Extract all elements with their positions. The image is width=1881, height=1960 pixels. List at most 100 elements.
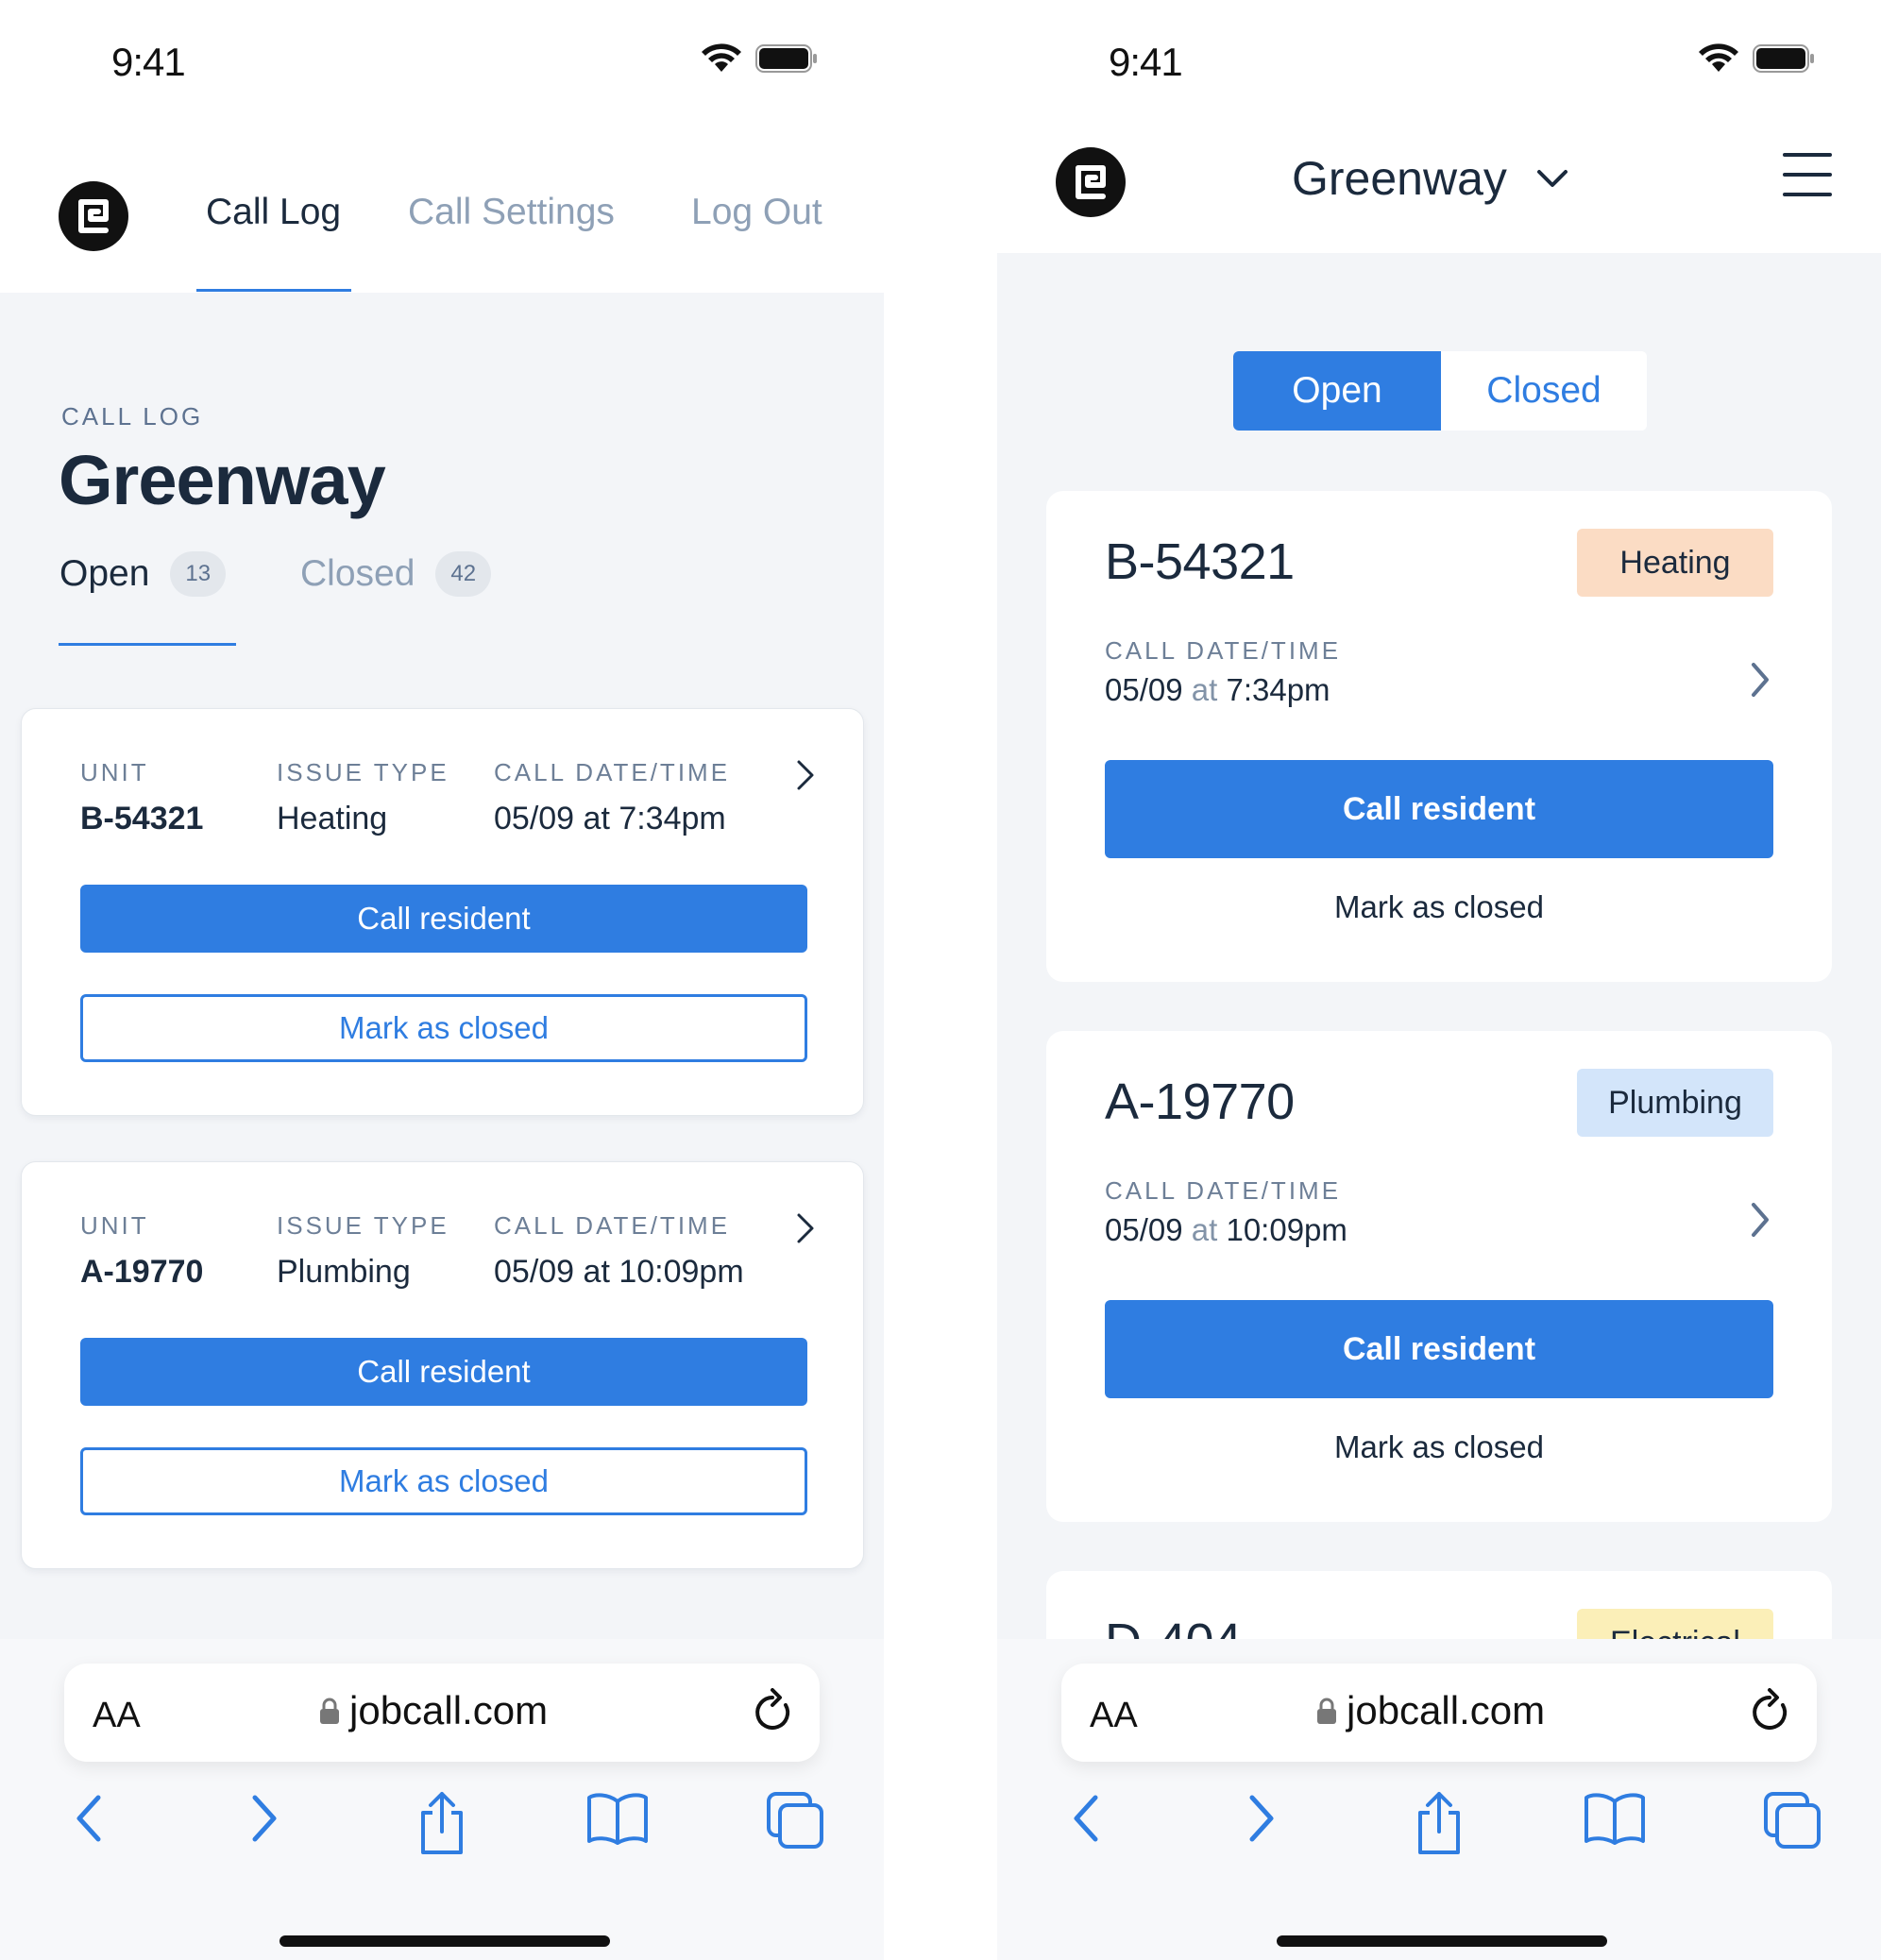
url-text: jobcall.com	[349, 1688, 549, 1732]
unit-field: UNIT A-19770	[80, 1211, 203, 1291]
status-segmented-control: Open Closed	[1233, 351, 1647, 431]
call-resident-button[interactable]: Call resident	[1105, 760, 1773, 858]
chevron-right-icon[interactable]	[1749, 1201, 1771, 1239]
nav-call-log[interactable]: Call Log	[206, 192, 341, 233]
reader-settings-button[interactable]: AA	[93, 1696, 141, 1736]
segment-open[interactable]: Open	[1233, 351, 1441, 431]
status-icons	[1698, 43, 1815, 74]
unit-value: A-19770	[80, 1254, 204, 1290]
reader-settings-button[interactable]: AA	[1090, 1696, 1138, 1736]
issue-type-field: ISSUE TYPE Plumbing	[277, 1211, 449, 1291]
chevron-down-icon	[1536, 170, 1568, 187]
battery-icon	[755, 44, 817, 73]
nav-call-settings[interactable]: Call Settings	[408, 192, 615, 233]
issue-type-label: ISSUE TYPE	[277, 1211, 449, 1240]
tab-open-label: Open	[59, 553, 150, 594]
address-bar[interactable]: AA jobcall.com	[1061, 1664, 1817, 1762]
call-resident-button[interactable]: Call resident	[80, 885, 807, 953]
browser-bottom-bar: AA jobcall.com	[0, 1639, 884, 1960]
reload-icon[interactable]	[1747, 1688, 1792, 1737]
call-datetime-label: CALL DATE/TIME	[1105, 1176, 1342, 1205]
browser-bottom-bar: AA jobcall.com	[997, 1639, 1881, 1960]
wifi-icon	[1699, 43, 1738, 72]
call-datetime-field: CALL DATE/TIME 05/09 at 10:09pm	[494, 1211, 744, 1291]
tab-closed[interactable]: Closed 42	[300, 551, 492, 597]
issue-type-badge: Plumbing	[1577, 1069, 1773, 1137]
call-resident-button[interactable]: Call resident	[1105, 1300, 1773, 1398]
unit-value: A-19770	[1105, 1073, 1295, 1130]
top-navigation: Greenway	[997, 113, 1881, 253]
unit-label: UNIT	[80, 758, 149, 786]
status-bar: 9:41	[0, 0, 884, 113]
call-date: 05/09	[1105, 1212, 1183, 1247]
call-card[interactable]: B-54321 Heating CALL DATE/TIME 05/09 at …	[1046, 491, 1832, 982]
property-selector[interactable]: Greenway	[1292, 151, 1569, 206]
app-logo-icon[interactable]	[59, 181, 128, 251]
back-arrow-icon[interactable]	[1067, 1790, 1105, 1847]
status-bar: 9:41	[997, 0, 1881, 113]
tab-open[interactable]: Open 13	[59, 551, 227, 597]
tabs-icon[interactable]	[765, 1790, 825, 1850]
browser-toolbar	[997, 1790, 1881, 1866]
property-name: Greenway	[1292, 152, 1507, 205]
call-datetime-value: 05/09 at 10:09pm	[1105, 1212, 1347, 1248]
battery-icon	[1753, 44, 1814, 73]
unit-field: UNIT B-54321	[80, 758, 203, 837]
top-navigation: Call Log Call Settings Log Out	[0, 113, 884, 293]
chevron-right-icon[interactable]	[794, 758, 817, 792]
wifi-icon	[702, 43, 741, 72]
bookmarks-icon[interactable]	[585, 1790, 650, 1847]
status-time: 9:41	[111, 40, 186, 84]
tabs-icon[interactable]	[1762, 1790, 1822, 1850]
nav-log-out[interactable]: Log Out	[691, 192, 822, 233]
bookmarks-icon[interactable]	[1583, 1790, 1647, 1847]
call-datetime-value: 05/09 at 7:34pm	[1105, 672, 1330, 708]
back-arrow-icon[interactable]	[70, 1790, 108, 1847]
at-word: at	[1191, 672, 1218, 707]
chevron-right-icon[interactable]	[1749, 661, 1771, 699]
mark-as-closed-link[interactable]: Mark as closed	[1105, 1429, 1773, 1465]
tab-active-indicator	[59, 643, 236, 646]
url-display[interactable]: jobcall.com	[319, 1688, 548, 1733]
forward-arrow-icon[interactable]	[1243, 1790, 1280, 1847]
segment-closed[interactable]: Closed	[1441, 351, 1647, 431]
tab-closed-label: Closed	[300, 553, 415, 594]
issue-type-value: Plumbing	[277, 1254, 411, 1290]
mark-as-closed-button[interactable]: Mark as closed	[80, 994, 807, 1062]
chevron-right-icon[interactable]	[794, 1211, 817, 1245]
url-display[interactable]: jobcall.com	[1316, 1688, 1545, 1733]
mark-as-closed-button[interactable]: Mark as closed	[80, 1447, 807, 1515]
app-logo-icon[interactable]	[1056, 147, 1126, 217]
call-card[interactable]: A-19770 Plumbing CALL DATE/TIME 05/09 at…	[1046, 1031, 1832, 1522]
reload-icon[interactable]	[750, 1688, 795, 1737]
unit-value: B-54321	[1105, 533, 1295, 590]
call-datetime-value: 05/09 at 10:09pm	[494, 1254, 744, 1290]
issue-type-label: ISSUE TYPE	[277, 758, 449, 786]
call-date: 05/09	[1105, 672, 1183, 707]
nav-active-indicator	[196, 289, 351, 292]
call-resident-button[interactable]: Call resident	[80, 1338, 807, 1406]
address-bar[interactable]: AA jobcall.com	[64, 1664, 820, 1762]
call-datetime-value: 05/09 at 7:34pm	[494, 801, 726, 836]
call-card[interactable]: UNIT A-19770 ISSUE TYPE Plumbing CALL DA…	[21, 1161, 864, 1569]
unit-label: UNIT	[80, 1211, 149, 1240]
issue-type-badge: Heating	[1577, 529, 1773, 597]
hamburger-menu-icon[interactable]	[1783, 153, 1832, 196]
phone-screen-mobile: 9:41 Greenway Open Closed B-54321 Heatin…	[997, 0, 1881, 1960]
lock-icon	[1317, 1698, 1336, 1724]
share-icon[interactable]	[1413, 1790, 1466, 1856]
call-datetime-label: CALL DATE/TIME	[494, 1211, 731, 1240]
page-title: Greenway	[59, 441, 386, 519]
unit-value: B-54321	[80, 801, 204, 836]
status-time: 9:41	[1109, 40, 1183, 84]
page-eyebrow: CALL LOG	[61, 402, 204, 431]
mark-as-closed-link[interactable]: Mark as closed	[1105, 889, 1773, 925]
forward-arrow-icon[interactable]	[246, 1790, 283, 1847]
browser-toolbar	[0, 1790, 884, 1866]
call-datetime-field: CALL DATE/TIME 05/09 at 7:34pm	[494, 758, 730, 837]
lock-icon	[320, 1698, 339, 1724]
share-icon[interactable]	[415, 1790, 468, 1856]
home-indicator	[280, 1935, 610, 1947]
call-card[interactable]: UNIT B-54321 ISSUE TYPE Heating CALL DAT…	[21, 708, 864, 1116]
call-time: 10:09pm	[1226, 1212, 1347, 1247]
